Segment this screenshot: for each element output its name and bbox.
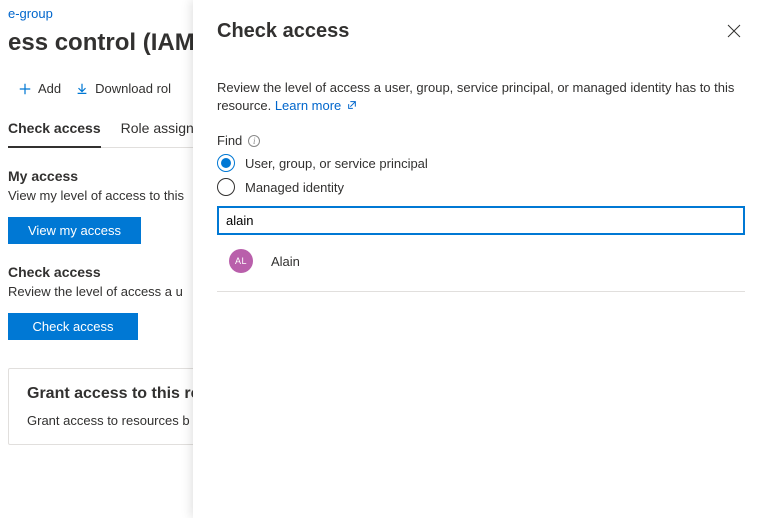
search-result[interactable]: AL Alain — [217, 235, 745, 287]
learn-more-label: Learn more — [275, 98, 341, 113]
close-button[interactable] — [723, 20, 745, 45]
radio-icon — [217, 178, 235, 196]
add-button[interactable]: Add — [18, 81, 61, 96]
download-label: Download rol — [95, 81, 171, 96]
download-button[interactable]: Download rol — [75, 81, 171, 96]
tab-check-access[interactable]: Check access — [8, 112, 101, 148]
check-access-button[interactable]: Check access — [8, 313, 138, 340]
flyout-description: Review the level of access a user, group… — [217, 79, 745, 115]
radio-user-label: User, group, or service principal — [245, 156, 428, 171]
tab-role-assign[interactable]: Role assign — [121, 112, 194, 147]
radio-managed-label: Managed identity — [245, 180, 344, 195]
check-access-flyout: Check access Review the level of access … — [193, 0, 769, 518]
breadcrumb-link[interactable]: e-group — [8, 6, 53, 21]
avatar: AL — [229, 249, 253, 273]
search-input[interactable] — [217, 206, 745, 235]
find-label: Find — [217, 133, 242, 148]
download-icon — [75, 82, 89, 96]
radio-icon — [217, 154, 235, 172]
result-name: Alain — [271, 254, 300, 269]
flyout-title: Check access — [217, 20, 349, 43]
learn-more-link[interactable]: Learn more — [275, 98, 357, 113]
view-my-access-button[interactable]: View my access — [8, 217, 141, 244]
info-icon[interactable]: i — [248, 135, 260, 147]
find-label-row: Find i — [217, 133, 745, 148]
results-divider — [217, 291, 745, 292]
plus-icon — [18, 82, 32, 96]
close-icon — [727, 24, 741, 38]
radio-user-group[interactable]: User, group, or service principal — [217, 154, 745, 172]
external-link-icon — [347, 100, 357, 110]
radio-managed-identity[interactable]: Managed identity — [217, 178, 745, 196]
add-label: Add — [38, 81, 61, 96]
